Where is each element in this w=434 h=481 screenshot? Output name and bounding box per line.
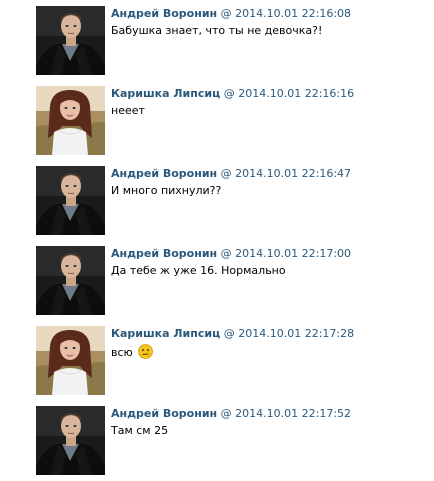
author-link[interactable]: Андрей Воронин	[111, 167, 217, 180]
at-sign: @	[220, 407, 232, 420]
at-sign: @	[220, 7, 232, 20]
message-text: всю	[111, 346, 133, 359]
message-item: Каришка Липсиц @ 2014.10.01 22:17:28 всю	[36, 326, 428, 398]
message-meta: Андрей Воронин @ 2014.10.01 22:16:08	[111, 7, 351, 21]
timestamp: 2014.10.01 22:16:08	[235, 7, 352, 20]
male-avatar[interactable]	[36, 246, 105, 315]
message-text: И много пихнули??	[111, 184, 222, 197]
at-sign: @	[223, 327, 235, 340]
message-item: Каришка Липсиц @ 2014.10.01 22:16:16 нее…	[36, 86, 428, 158]
message-meta: Андрей Воронин @ 2014.10.01 22:16:47	[111, 167, 351, 181]
message-text: Бабушка знает, что ты не девочка?!	[111, 24, 323, 37]
male-avatar[interactable]	[36, 406, 105, 475]
chat-log: { "messages": [ {"author": "Андрей Ворон…	[0, 0, 434, 481]
message-meta: Каришка Липсиц @ 2014.10.01 22:17:28	[111, 327, 354, 341]
message-meta: Андрей Воронин @ 2014.10.01 22:17:52	[111, 407, 351, 421]
message-text: Там см 25	[111, 424, 169, 437]
at-sign: @	[220, 167, 232, 180]
male-avatar[interactable]	[36, 6, 105, 75]
message-text: нееет	[111, 104, 145, 117]
female-avatar[interactable]	[36, 86, 105, 155]
timestamp: 2014.10.01 22:17:28	[238, 327, 355, 340]
message-item: Андрей Воронин @ 2014.10.01 22:16:08 Баб…	[36, 6, 428, 78]
message-meta: Каришка Липсиц @ 2014.10.01 22:16:16	[111, 87, 354, 101]
author-link[interactable]: Андрей Воронин	[111, 247, 217, 260]
confused-smiley-icon	[138, 344, 153, 359]
author-link[interactable]: Каришка Липсиц	[111, 87, 220, 100]
message-text-row: всю	[111, 344, 153, 360]
male-avatar[interactable]	[36, 166, 105, 235]
female-avatar[interactable]	[36, 326, 105, 395]
message-item: Андрей Воронин @ 2014.10.01 22:17:00 Да …	[36, 246, 428, 318]
author-link[interactable]: Каришка Липсиц	[111, 327, 220, 340]
timestamp: 2014.10.01 22:16:47	[235, 167, 352, 180]
message-item: Андрей Воронин @ 2014.10.01 22:16:47 И м…	[36, 166, 428, 238]
timestamp: 2014.10.01 22:17:00	[235, 247, 352, 260]
at-sign: @	[220, 247, 232, 260]
message-meta: Андрей Воронин @ 2014.10.01 22:17:00	[111, 247, 351, 261]
timestamp: 2014.10.01 22:17:52	[235, 407, 352, 420]
message-text: Да тебе ж уже 16. Нормально	[111, 264, 286, 277]
message-item: Андрей Воронин @ 2014.10.01 22:17:52 Там…	[36, 406, 428, 478]
at-sign: @	[223, 87, 235, 100]
author-link[interactable]: Андрей Воронин	[111, 407, 217, 420]
timestamp: 2014.10.01 22:16:16	[238, 87, 355, 100]
author-link[interactable]: Андрей Воронин	[111, 7, 217, 20]
